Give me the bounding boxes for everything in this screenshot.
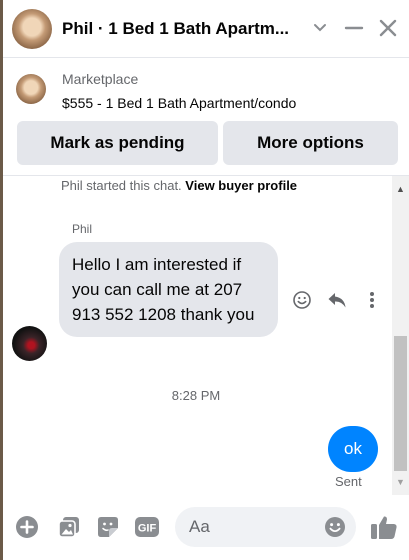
sender-avatar[interactable] — [12, 326, 47, 361]
gif-icon[interactable]: GIF — [134, 514, 160, 540]
svg-text:GIF: GIF — [138, 523, 157, 535]
emoji-picker-icon[interactable] — [323, 515, 347, 539]
mark-as-pending-button[interactable]: Mark as pending — [17, 121, 218, 165]
conversation-title[interactable]: Phil · 1 Bed 1 Bath Apartm... — [62, 19, 289, 39]
chevron-down-icon[interactable] — [309, 15, 331, 41]
listing-thumbnail[interactable] — [16, 74, 46, 104]
scrollbar-thumb[interactable] — [394, 336, 407, 471]
scroll-up-arrow-icon[interactable]: ▲ — [392, 182, 409, 196]
sender-name: Phil — [72, 222, 93, 236]
minimize-icon[interactable] — [341, 15, 367, 41]
close-icon[interactable] — [375, 15, 401, 41]
conversation-avatar[interactable] — [12, 9, 52, 49]
more-icon[interactable] — [360, 288, 384, 312]
message-thread: Phil started this chat. View buyer profi… — [3, 176, 409, 495]
marketplace-label: Marketplace — [62, 71, 139, 87]
message-input-wrapper — [175, 507, 356, 547]
message-status: Sent — [335, 474, 362, 489]
more-options-button[interactable]: More options — [223, 121, 398, 165]
scroll-down-arrow-icon[interactable]: ▼ — [392, 475, 409, 489]
chat-header: Phil · 1 Bed 1 Bath Apartm... — [3, 0, 409, 58]
message-input[interactable] — [189, 507, 319, 547]
emoji-icon[interactable] — [290, 288, 314, 312]
chat-start-notice: Phil started this chat. View buyer profi… — [61, 178, 297, 193]
reply-icon[interactable] — [325, 288, 349, 312]
outgoing-message[interactable]: ok — [328, 426, 378, 472]
like-icon[interactable] — [369, 513, 399, 541]
view-buyer-profile-link[interactable]: View buyer profile — [185, 178, 297, 193]
scrollbar[interactable]: ▲ ▼ — [392, 176, 409, 495]
marketplace-card: Marketplace $555 - 1 Bed 1 Bath Apartmen… — [3, 58, 409, 176]
listing-title[interactable]: $555 - 1 Bed 1 Bath Apartment/condo — [62, 95, 296, 111]
message-composer: GIF — [3, 495, 409, 560]
incoming-message[interactable]: Hello I am interested if you can call me… — [59, 242, 278, 337]
message-timestamp: 8:28 PM — [171, 388, 221, 403]
chat-start-text: Phil started this chat. — [61, 178, 182, 193]
sticker-icon[interactable] — [95, 514, 121, 540]
plus-icon[interactable] — [14, 514, 40, 540]
image-icon[interactable] — [56, 514, 82, 540]
